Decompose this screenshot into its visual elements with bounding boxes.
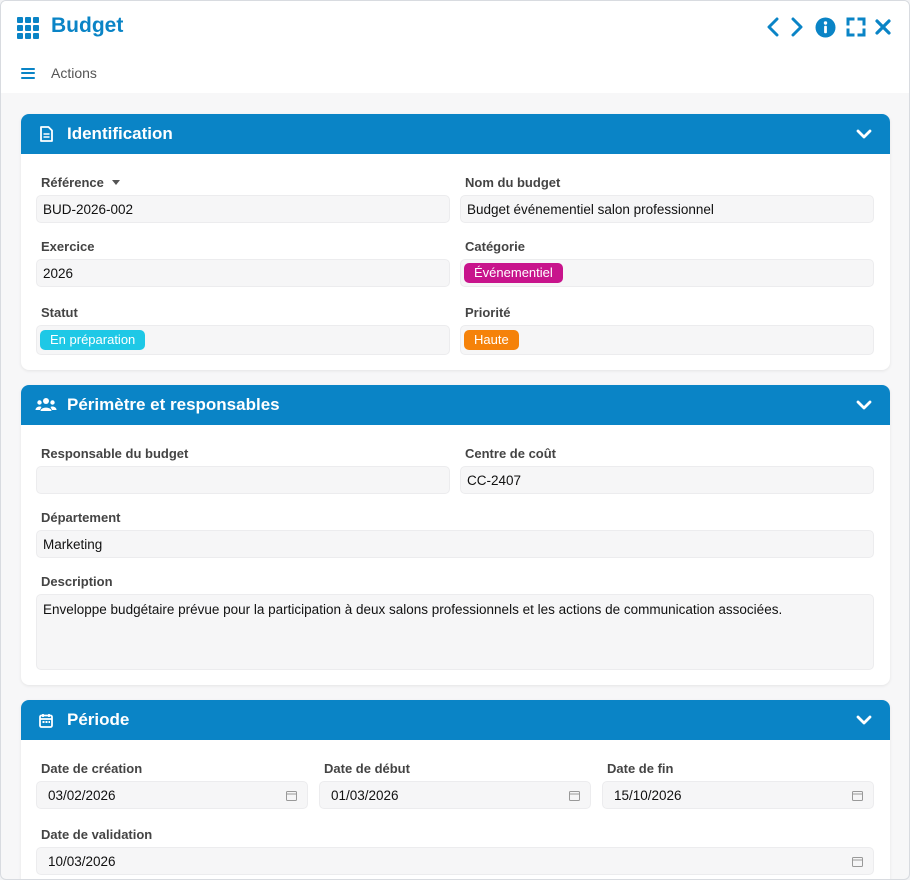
section-title: Période	[67, 710, 130, 729]
reference-field[interactable]: BUD-2026-002	[36, 195, 450, 223]
priorite-label: Priorité	[465, 305, 511, 320]
exercice-label: Exercice	[41, 239, 95, 254]
chevron-right-icon[interactable]	[789, 15, 805, 39]
chevron-down-icon[interactable]	[856, 397, 872, 413]
nom-field[interactable]: Budget événementiel salon professionnel	[460, 195, 874, 223]
categorie-field[interactable]: Événementiel	[460, 259, 874, 287]
budget-window: Budget Actions Identification Référence …	[0, 0, 910, 880]
statut-field[interactable]: En préparation	[36, 325, 450, 355]
section-perimetre: Périmètre et responsables Responsable du…	[21, 385, 890, 685]
section-title: Périmètre et responsables	[67, 395, 280, 414]
chevron-down-icon[interactable]	[856, 712, 872, 728]
calendar-icon[interactable]	[286, 790, 297, 801]
categorie-badge: Événementiel	[464, 263, 563, 283]
hamburger-icon[interactable]	[21, 67, 35, 79]
exercice-field[interactable]: 2026	[36, 259, 450, 287]
title-bar: Budget Actions	[1, 1, 909, 93]
section-title: Identification	[67, 124, 173, 143]
responsable-label: Responsable du budget	[41, 446, 189, 461]
actions-menu[interactable]: Actions	[21, 65, 97, 81]
actions-label[interactable]: Actions	[51, 65, 97, 81]
description-label: Description	[41, 574, 113, 589]
validation-label: Date de validation	[41, 827, 153, 842]
departement-label: Département	[41, 510, 121, 525]
debut-label: Date de début	[324, 761, 410, 776]
section-identification-header[interactable]: Identification	[21, 114, 890, 154]
validation-date-field[interactable]: 10/03/2026	[36, 847, 874, 875]
creation-label: Date de création	[41, 761, 143, 776]
info-icon[interactable]	[814, 15, 836, 39]
expand-icon[interactable]	[845, 15, 867, 39]
grid-icon[interactable]	[17, 17, 41, 39]
description-textarea[interactable]: Enveloppe budgétaire prévue pour la part…	[36, 594, 874, 670]
priorite-badge: Haute	[464, 330, 519, 350]
users-icon	[35, 396, 57, 414]
close-icon[interactable]	[873, 15, 893, 39]
section-periode: Période Date de création 03/02/2026 Date…	[21, 700, 890, 879]
document-icon	[35, 125, 57, 143]
priorite-field[interactable]: Haute	[460, 325, 874, 355]
calendar-icon	[35, 711, 57, 729]
window-title: Budget	[51, 14, 124, 37]
responsable-field[interactable]	[36, 466, 450, 494]
caret-down-icon[interactable]	[111, 180, 120, 186]
section-perimetre-header[interactable]: Périmètre et responsables	[21, 385, 890, 425]
reference-label: Référence	[41, 175, 120, 190]
categorie-label: Catégorie	[465, 239, 525, 254]
statut-badge: En préparation	[40, 330, 146, 350]
centre-field[interactable]: CC-2407	[460, 466, 874, 494]
section-identification: Identification Référence BUD-2026-002 No…	[21, 114, 890, 370]
section-periode-header[interactable]: Période	[21, 700, 890, 740]
nom-label: Nom du budget	[465, 175, 561, 190]
departement-field[interactable]: Marketing	[36, 530, 874, 558]
calendar-icon[interactable]	[569, 790, 580, 801]
chevron-down-icon[interactable]	[856, 126, 872, 142]
creation-date-field[interactable]: 03/02/2026	[36, 781, 308, 809]
calendar-icon[interactable]	[852, 790, 863, 801]
fin-label: Date de fin	[607, 761, 674, 776]
debut-date-field[interactable]: 01/03/2026	[319, 781, 591, 809]
centre-label: Centre de coût	[465, 446, 557, 461]
statut-label: Statut	[41, 305, 78, 320]
fin-date-field[interactable]: 15/10/2026	[602, 781, 874, 809]
chevron-left-icon[interactable]	[765, 15, 781, 39]
calendar-icon[interactable]	[852, 856, 863, 867]
